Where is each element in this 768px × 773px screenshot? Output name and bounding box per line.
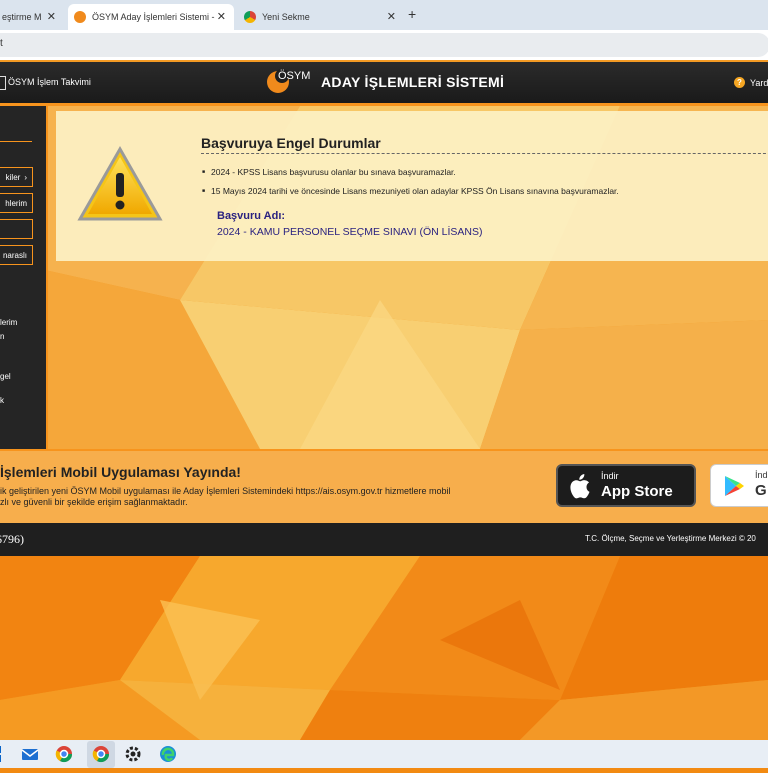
google-play-label: G	[755, 482, 767, 499]
footer-phone: 6796)	[0, 532, 24, 546]
sidebar-item-kiler[interactable]: kiler ›	[0, 167, 33, 187]
warning-panel: Başvuruya Engel Durumlar 2024 - KPSS Lis…	[56, 111, 768, 261]
tab-3[interactable]: Yeni Sekme ✕	[238, 4, 404, 30]
app-store-button[interactable]: İndir App Store	[556, 464, 696, 507]
banner-desc-line: zlı ve güvenli bir şekilde erişim sağlan…	[0, 497, 188, 507]
restriction-list: 2024 - KPSS Lisans başvurusu olanlar bu …	[202, 167, 619, 205]
sidebar-item-narasli[interactable]: naraslı	[0, 245, 33, 265]
close-icon[interactable]: ✕	[47, 10, 56, 23]
tab-1[interactable]: eştirme M ✕	[0, 4, 64, 30]
panel-title: Başvuruya Engel Durumlar	[201, 135, 381, 151]
settings-icon[interactable]	[124, 745, 142, 763]
sidebar-link-lerim[interactable]: lerim	[0, 318, 17, 327]
sidebar: kiler › hlerim naraslı lerim n gel k	[0, 106, 48, 449]
site-footer: 6796) T.C. Ölçme, Seçme ve Yerleştirme M…	[0, 523, 768, 556]
sidebar-link-gel[interactable]: gel	[0, 372, 11, 381]
address-bar-area: t	[0, 30, 768, 60]
application-label: Başvuru Adı:	[217, 210, 286, 222]
tab-title: Yeni Sekme	[262, 12, 310, 22]
apple-icon	[570, 474, 590, 499]
osym-favicon-icon	[74, 11, 86, 23]
tab-title: ÖSYM Aday İşlemleri Sistemi -	[92, 12, 215, 22]
sidebar-item-blank[interactable]	[0, 219, 33, 239]
logo-text: ÖSYM	[278, 70, 311, 82]
google-play-small-text: İndi	[755, 470, 768, 480]
banner-desc-line: ik geliştirilen yeni ÖSYM Mobil uygulama…	[0, 486, 451, 496]
header-divider	[0, 103, 768, 106]
panel-divider	[201, 153, 768, 154]
close-icon[interactable]: ✕	[217, 10, 226, 23]
mobile-app-banner: İşlemleri Mobil Uygulaması Yayında! ik g…	[0, 449, 768, 525]
chrome-icon[interactable]	[55, 745, 73, 763]
windows-icon[interactable]	[0, 745, 12, 763]
banner-title: İşlemleri Mobil Uygulaması Yayında!	[0, 464, 241, 480]
list-item: 15 Mayıs 2024 tarihi ve öncesinde Lisans…	[202, 186, 619, 196]
sidebar-item-label: hlerim	[5, 198, 27, 208]
chrome-favicon-icon	[244, 11, 256, 23]
app-store-label: App Store	[601, 483, 673, 500]
address-input[interactable]: t	[0, 33, 768, 57]
edge-icon[interactable]	[159, 745, 177, 763]
calendar-icon[interactable]	[0, 76, 6, 90]
tab-title: eştirme M	[2, 12, 42, 22]
banner-description: ik geliştirilen yeni ÖSYM Mobil uygulama…	[0, 486, 490, 508]
warning-icon	[77, 145, 163, 221]
google-play-icon	[725, 476, 744, 496]
new-tab-button[interactable]: +	[408, 6, 416, 22]
site-title: ADAY İŞLEMLERİ SİSTEMİ	[321, 74, 505, 90]
chevron-right-icon: ›	[24, 172, 27, 182]
sidebar-divider	[0, 141, 32, 142]
calendar-link[interactable]: ÖSYM İşlem Takvimi	[8, 77, 91, 87]
help-icon[interactable]: ?	[734, 77, 745, 88]
chrome-active-icon[interactable]	[87, 741, 115, 768]
google-play-button[interactable]: İndi G	[710, 464, 768, 507]
taskbar	[0, 740, 768, 768]
browser-tab-strip: eştirme M ✕ ÖSYM Aday İşlemleri Sistemi …	[0, 0, 768, 30]
sidebar-link-k[interactable]: k	[0, 396, 4, 405]
sidebar-link-n[interactable]: n	[0, 332, 4, 341]
address-text: t	[0, 38, 3, 49]
application-name: 2024 - KAMU PERSONEL SEÇME SINAVI (ÖN Lİ…	[217, 226, 483, 238]
sidebar-item-label: kiler	[5, 172, 21, 182]
site-header: ÖSYM İşlem Takvimi ÖSYM ADAY İŞLEMLERİ S…	[0, 62, 768, 103]
sidebar-item-label: naraslı	[2, 250, 27, 260]
close-icon[interactable]: ✕	[387, 10, 396, 23]
app-store-small-text: İndir	[601, 471, 619, 481]
list-item: 2024 - KPSS Lisans başvurusu olanlar bu …	[202, 167, 619, 177]
tab-2[interactable]: ÖSYM Aday İşlemleri Sistemi - ✕	[68, 4, 234, 30]
footer-copyright: T.C. Ölçme, Seçme ve Yerleştirme Merkezi…	[585, 534, 756, 543]
sidebar-item-hlerim[interactable]: hlerim	[0, 193, 33, 213]
help-link[interactable]: Yard	[750, 78, 768, 88]
mail-icon[interactable]	[21, 745, 39, 763]
